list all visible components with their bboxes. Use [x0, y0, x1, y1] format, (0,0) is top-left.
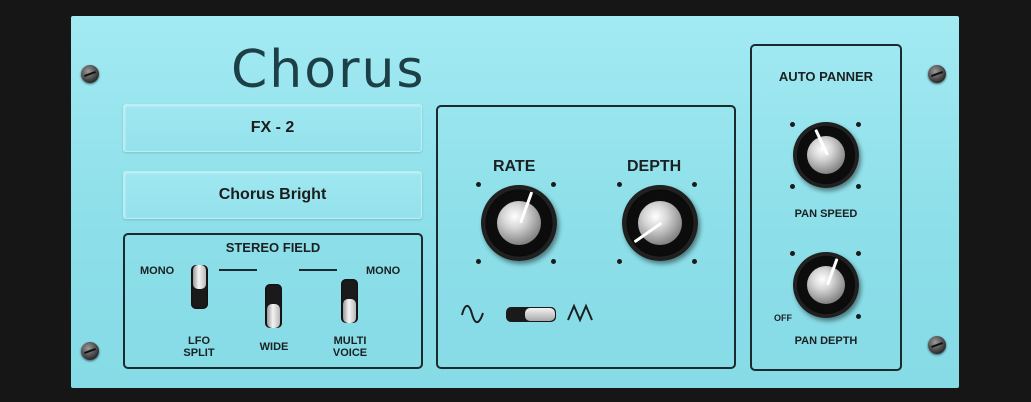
- divider-line: [299, 269, 337, 271]
- wide-label: WIDE: [259, 341, 289, 353]
- multi-voice-label-line1: MULTI: [333, 335, 367, 347]
- screw-icon: [928, 65, 946, 83]
- stereo-field-heading: STEREO FIELD: [225, 240, 321, 255]
- knob-scale-dot: [692, 259, 697, 264]
- knob-scale-dot: [617, 182, 622, 187]
- mono-left-label: MONO: [140, 265, 175, 277]
- knob-scale-dot: [551, 182, 556, 187]
- pan-depth-knob[interactable]: [793, 252, 859, 318]
- auto-panner-section: AUTO PANNER PAN SPEED OFF PAN DEPTH: [750, 44, 902, 371]
- sine-wave-icon: [461, 304, 484, 324]
- lfo-split-label-line2: SPLIT: [183, 347, 215, 360]
- lfo-section: RATE DEPTH: [436, 105, 736, 369]
- slot-display[interactable]: FX - 2: [123, 104, 422, 152]
- triangle-wave-icon: [567, 303, 593, 323]
- knob-scale-dot: [790, 122, 795, 127]
- knob-scale-dot: [476, 259, 481, 264]
- screw-icon: [81, 65, 99, 83]
- knob-scale-dot: [856, 251, 861, 256]
- toggle-lever: [267, 304, 280, 328]
- pan-speed-label: PAN SPEED: [794, 208, 858, 220]
- multi-voice-label: MULTI VOICE: [322, 335, 378, 359]
- knob-scale-dot: [790, 251, 795, 256]
- lfo-split-label: LFO SPLIT: [171, 335, 227, 359]
- wave-switch-lever: [525, 308, 555, 321]
- divider-line: [219, 269, 257, 271]
- knob-scale-dot: [790, 184, 795, 189]
- rate-label: RATE: [493, 158, 536, 175]
- knob-scale-dot: [856, 314, 861, 319]
- knob-scale-dot: [617, 259, 622, 264]
- knob-cap: [807, 266, 845, 304]
- pan-depth-label: PAN DEPTH: [794, 335, 858, 347]
- wide-toggle[interactable]: [265, 284, 282, 328]
- toggle-lever: [193, 265, 206, 289]
- chorus-plugin-panel: Chorus FX - 2 Chorus Bright STEREO FIELD…: [71, 16, 959, 388]
- knob-cap: [497, 201, 541, 245]
- mono-right-label: MONO: [366, 265, 401, 277]
- preset-display[interactable]: Chorus Bright: [123, 171, 422, 219]
- stereo-field-section: STEREO FIELD MONO MONO LFO SPLIT WIDE MU…: [123, 233, 423, 369]
- auto-panner-heading: AUTO PANNER: [778, 69, 874, 84]
- knob-scale-dot: [476, 182, 481, 187]
- knob-scale-dot: [551, 259, 556, 264]
- plugin-title: Chorus: [231, 40, 426, 100]
- wave-switch[interactable]: [506, 307, 556, 322]
- lfo-split-label-line1: LFO: [188, 335, 210, 347]
- pan-speed-knob[interactable]: [793, 122, 859, 188]
- screw-icon: [81, 342, 99, 360]
- knob-scale-dot: [692, 182, 697, 187]
- toggle-lever: [343, 299, 356, 323]
- screw-icon: [928, 336, 946, 354]
- knob-scale-dot: [856, 184, 861, 189]
- depth-knob[interactable]: [622, 185, 698, 261]
- lfo-split-toggle[interactable]: [191, 265, 208, 309]
- knob-scale-dot: [856, 122, 861, 127]
- multi-voice-label-line2: VOICE: [332, 347, 368, 360]
- multi-voice-toggle[interactable]: [341, 279, 358, 323]
- depth-label: DEPTH: [627, 158, 682, 175]
- pan-depth-off-label: OFF: [774, 313, 792, 323]
- rate-knob[interactable]: [481, 185, 557, 261]
